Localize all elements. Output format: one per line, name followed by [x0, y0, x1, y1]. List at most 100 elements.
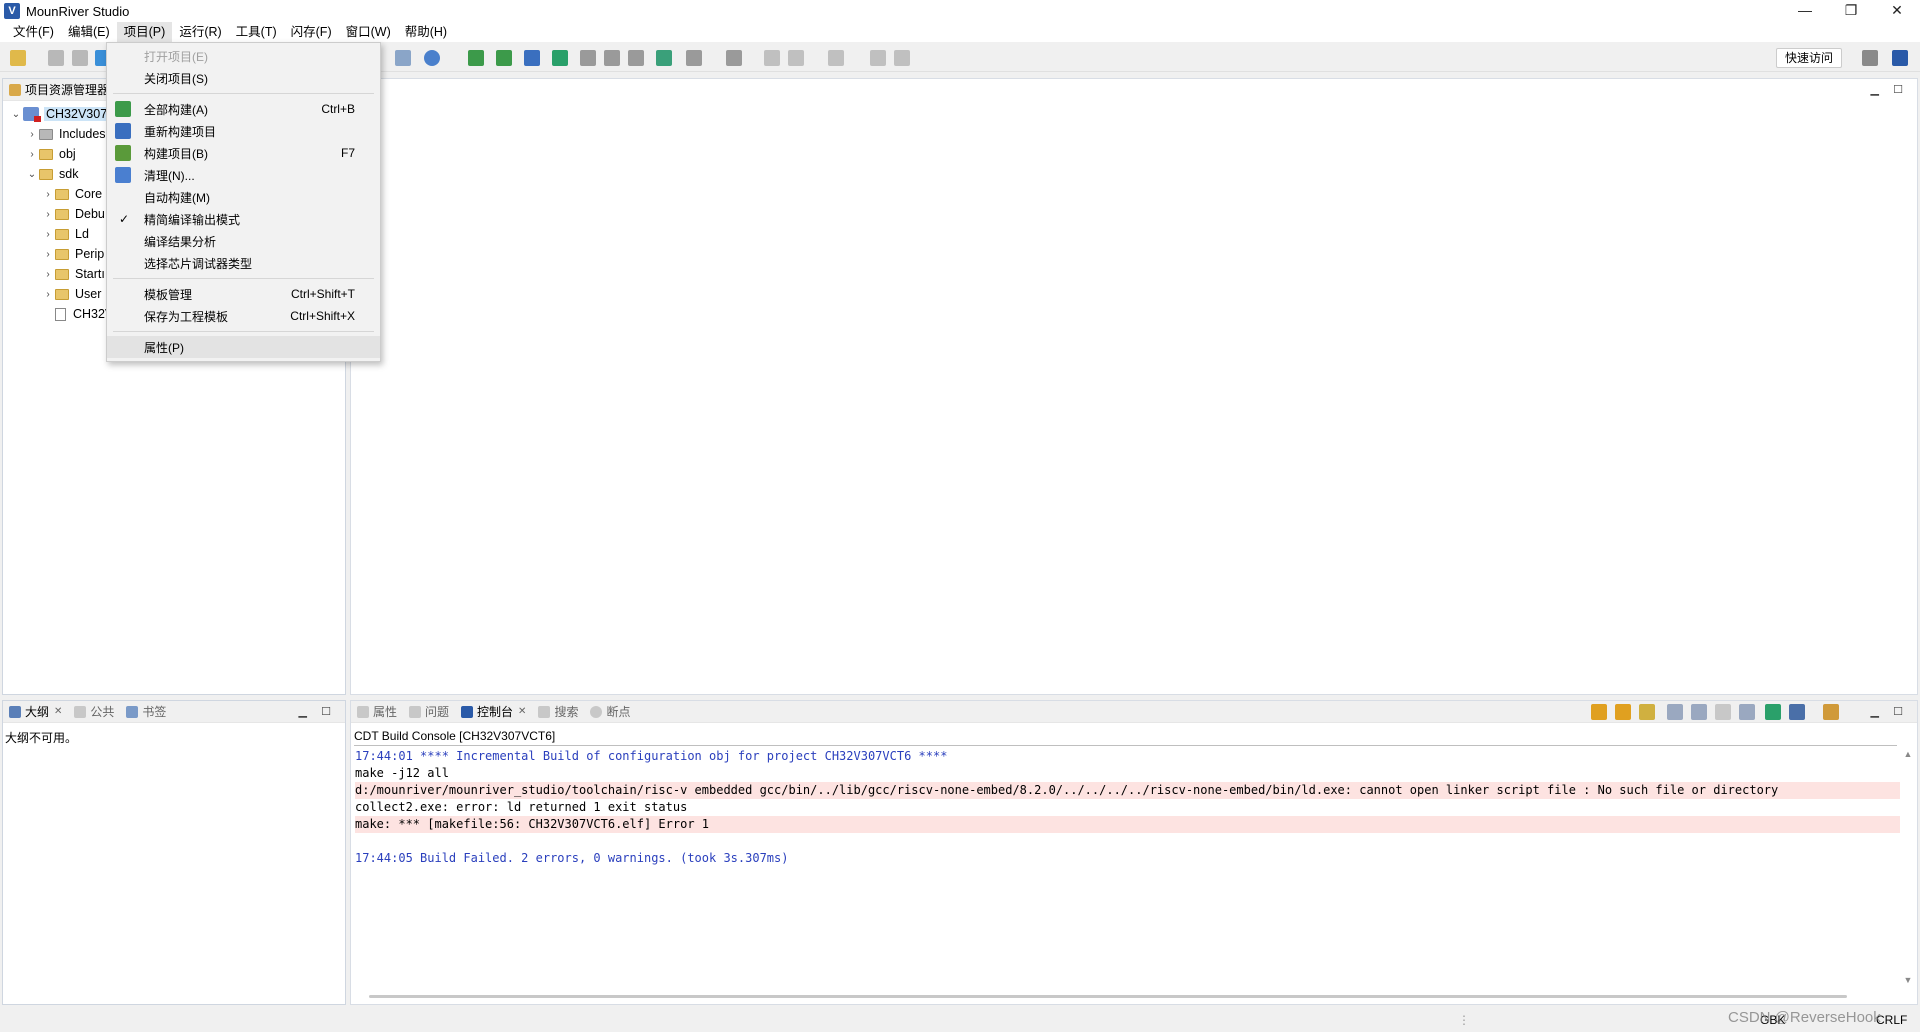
menu-run[interactable]: 运行(R)	[172, 22, 228, 42]
tree-item-user[interactable]: › User	[41, 284, 101, 304]
pin-console-icon[interactable]	[1765, 704, 1781, 720]
tree-item-includes[interactable]: › Includes	[25, 124, 105, 144]
minimize-icon[interactable]: ▁	[299, 705, 307, 718]
console-view-icon[interactable]	[656, 50, 672, 66]
tab-common[interactable]: 公共	[68, 701, 120, 723]
chevron-right-icon[interactable]: ›	[41, 289, 55, 300]
tab-breakpoints[interactable]: 断点	[584, 701, 636, 723]
tree-item-peripheral[interactable]: › Perip	[41, 244, 104, 264]
close-button[interactable]: ✕	[1874, 0, 1920, 22]
tab-console[interactable]: 控制台 ✕	[455, 701, 532, 723]
menu-item-template-manage[interactable]: 模板管理 Ctrl+Shift+T	[107, 283, 380, 305]
perspective-icon[interactable]	[1892, 50, 1908, 66]
scroll-up-icon[interactable]	[1615, 704, 1631, 720]
scroll-lock-icon[interactable]	[1639, 704, 1655, 720]
display-console-icon[interactable]	[1789, 704, 1805, 720]
word-wrap-icon[interactable]	[1691, 704, 1707, 720]
menu-window[interactable]: 窗口(W)	[339, 22, 398, 42]
chevron-right-icon[interactable]: ›	[41, 249, 55, 260]
tree-item-startup[interactable]: › Startı	[41, 264, 105, 284]
next-annotation-icon[interactable]	[686, 50, 702, 66]
comment-icon[interactable]	[628, 50, 644, 66]
maximize-icon[interactable]: ☐	[1893, 83, 1903, 96]
tree-item-project[interactable]: ⌄ CH32V307	[9, 104, 110, 124]
menu-item-open-project[interactable]: 打开项目(E)	[107, 45, 380, 67]
menu-item-close-project[interactable]: 关闭项目(S)	[107, 67, 380, 89]
chevron-right-icon[interactable]: ›	[41, 229, 55, 240]
tab-problems[interactable]: 问题	[403, 701, 455, 723]
remove-launch-icon[interactable]	[1739, 704, 1755, 720]
chevron-right-icon[interactable]: ›	[41, 269, 55, 280]
outline-message: 大纲不可用。	[5, 731, 78, 745]
scroll-up-arrow-icon[interactable]: ▲	[1901, 749, 1915, 759]
sync-icon[interactable]	[894, 50, 910, 66]
minimize-icon[interactable]: ▁	[1871, 83, 1879, 96]
tab-properties[interactable]: 属性	[351, 701, 403, 723]
chevron-right-icon[interactable]: ›	[25, 149, 39, 160]
new-icon[interactable]	[10, 50, 26, 66]
menu-flash[interactable]: 闪存(F)	[284, 22, 339, 42]
chevron-right-icon[interactable]: ›	[41, 189, 55, 200]
menu-item-rebuild[interactable]: 重新构建项目	[107, 120, 380, 142]
menu-item-compact-output[interactable]: ✓ 精简编译输出模式	[107, 208, 380, 230]
debug-config-icon[interactable]	[395, 50, 411, 66]
pin-icon[interactable]	[870, 50, 886, 66]
chevron-right-icon[interactable]: ›	[41, 209, 55, 220]
tree-item-debug[interactable]: › Debu	[41, 204, 105, 224]
menu-edit[interactable]: 编辑(E)	[61, 22, 117, 42]
maximize-icon[interactable]: ☐	[1893, 705, 1903, 718]
tab-project-explorer[interactable]: 项目资源管理器	[3, 79, 115, 101]
chevron-down-icon[interactable]: ⌄	[9, 109, 23, 120]
outdent-icon[interactable]	[604, 50, 620, 66]
restore-button[interactable]: ❐	[1828, 0, 1874, 22]
menu-tools[interactable]: 工具(T)	[229, 22, 284, 42]
tree-item-ld[interactable]: › Ld	[41, 224, 89, 244]
indent-icon[interactable]	[580, 50, 596, 66]
menu-item-properties[interactable]: 属性(P)	[107, 336, 380, 358]
horizontal-scrollbar[interactable]	[369, 995, 1847, 998]
close-icon[interactable]: ✕	[518, 706, 526, 717]
run-icon[interactable]	[552, 50, 568, 66]
show-on-output-icon[interactable]	[1715, 704, 1731, 720]
download-icon[interactable]	[468, 50, 484, 66]
save-icon[interactable]	[48, 50, 64, 66]
menu-item-clean[interactable]: 清理(N)...	[107, 164, 380, 186]
menu-item-debugger-type[interactable]: 选择芯片调试器类型	[107, 252, 380, 274]
minimize-icon[interactable]: ▁	[1871, 705, 1879, 718]
save-all-icon[interactable]	[72, 50, 88, 66]
menu-help[interactable]: 帮助(H)	[398, 22, 454, 42]
close-icon[interactable]: ✕	[54, 706, 62, 717]
menu-item-auto-build[interactable]: 自动构建(M)	[107, 186, 380, 208]
tab-bookmarks[interactable]: 书签	[120, 701, 172, 723]
quick-access-field[interactable]: 快速访问	[1775, 48, 1842, 68]
menu-item-build-all[interactable]: 全部构建(A) Ctrl+B	[107, 98, 380, 120]
chevron-down-icon[interactable]: ⌄	[25, 169, 39, 180]
erase-icon[interactable]	[496, 50, 512, 66]
prev-annotation-icon[interactable]	[726, 50, 742, 66]
tab-search[interactable]: 搜索	[532, 701, 584, 723]
terminal-icon[interactable]	[524, 50, 540, 66]
open-perspective-icon[interactable]	[1862, 50, 1878, 66]
menu-item-build-analysis[interactable]: 编译结果分析	[107, 230, 380, 252]
forward-icon[interactable]	[828, 50, 844, 66]
menu-item-build-project[interactable]: 构建项目(B) F7	[107, 142, 380, 164]
back-icon[interactable]	[788, 50, 804, 66]
tree-item-obj[interactable]: › obj	[25, 144, 75, 164]
tree-item-core[interactable]: › Core	[41, 184, 102, 204]
tab-outline[interactable]: 大纲 ✕	[3, 701, 68, 723]
problems-icon	[409, 705, 422, 718]
search-icon[interactable]	[424, 50, 440, 66]
menu-file[interactable]: 文件(F)	[6, 22, 61, 42]
menu-item-save-template[interactable]: 保存为工程模板 Ctrl+Shift+X	[107, 305, 380, 327]
open-console-icon[interactable]	[1823, 704, 1839, 720]
clear-console-icon[interactable]	[1667, 704, 1683, 720]
scroll-down-icon[interactable]	[1591, 704, 1607, 720]
tree-item-sdk[interactable]: ⌄ sdk	[25, 164, 79, 184]
last-edit-icon[interactable]	[764, 50, 780, 66]
scroll-down-arrow-icon[interactable]: ▼	[1901, 975, 1915, 985]
menu-project[interactable]: 项目(P)	[116, 22, 173, 42]
vertical-scrollbar[interactable]: ▲ ▼	[1901, 749, 1915, 985]
minimize-button[interactable]: —	[1782, 0, 1828, 22]
maximize-icon[interactable]: ☐	[321, 705, 331, 718]
chevron-right-icon[interactable]: ›	[25, 129, 39, 140]
